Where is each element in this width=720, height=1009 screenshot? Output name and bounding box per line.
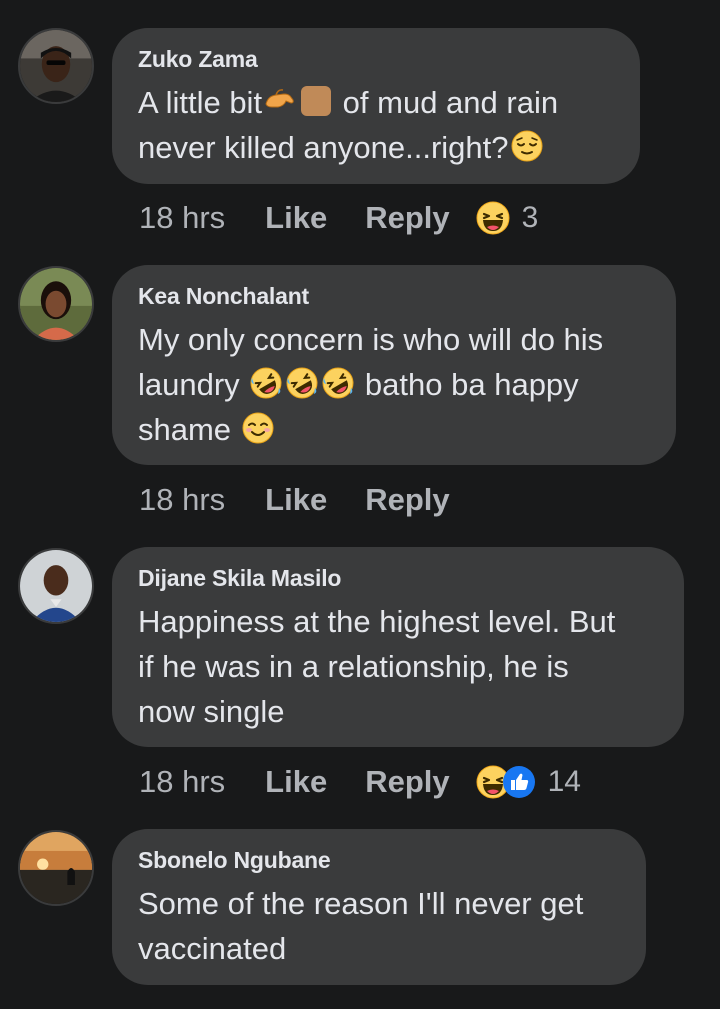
comment-bubble: Kea Nonchalant My only concern is who wi… [112,265,676,465]
comment-actions: 18 hrs Like Reply [139,478,488,522]
haha-reaction-icon [476,201,510,235]
avatar[interactable] [18,830,94,906]
comment-text: A little bit of mud and rain never kille… [138,80,614,170]
avatar[interactable] [18,28,94,104]
reaction-summary[interactable]: 14 [476,765,581,799]
comment-bubble: Sbonelo Ngubane Some of the reason I'll … [112,829,646,985]
reaction-count: 14 [547,765,581,798]
rolling-laughing-icon [285,366,319,400]
comment-text-part: A little bit [138,85,263,120]
comment-text-part: never killed anyone [138,130,406,165]
comment-text-part: ...right? [405,130,509,165]
comment-text-part: if he was in a relationship, he is [138,649,569,684]
comment-text: Some of the reason I'll never get vaccin… [138,881,620,971]
pinching-hand-icon [263,84,297,118]
rolling-laughing-icon [321,366,355,400]
comment-text-part: vaccinated [138,931,287,966]
rolling-laughing-icon [249,366,283,400]
like-button[interactable]: Like [265,200,327,236]
reply-button[interactable]: Reply [365,764,449,800]
comment-text-part: shame [138,412,232,447]
comment-author[interactable]: Dijane Skila Masilo [138,563,658,593]
comment-bubble: Dijane Skila Masilo Happiness at the hig… [112,547,684,747]
comment-text-part: laundry [138,367,240,402]
comment-text: Happiness at the highest level. But if h… [138,599,658,734]
timestamp[interactable]: 18 hrs [139,200,225,236]
comment-author[interactable]: Kea Nonchalant [138,281,650,311]
brown-square-icon [299,84,333,118]
comment-actions: 18 hrs Like Reply 14 [139,760,581,804]
like-reaction-icon [502,765,536,799]
reply-button[interactable]: Reply [365,200,449,236]
reply-button[interactable]: Reply [365,482,449,518]
comment-text-part: Happiness at the highest level. But [138,604,616,639]
comment-text-part: batho ba happy [356,367,579,402]
comment-text-part: now single [138,694,285,729]
avatar[interactable] [18,548,94,624]
comment-bubble: Zuko Zama A little bit of mud and rain n… [112,28,640,184]
comment-text-part: of mud and rain [334,85,559,120]
comment-text-part: My only concern is who will do his [138,322,604,357]
comment-text-part: Some of the reason I'll never get [138,886,584,921]
smiling-face-icon [241,411,275,445]
relieved-face-icon [510,129,544,163]
comment-author[interactable]: Zuko Zama [138,44,614,74]
timestamp[interactable]: 18 hrs [139,482,225,518]
comment-text: My only concern is who will do his laund… [138,317,650,452]
like-button[interactable]: Like [265,482,327,518]
reaction-count: 3 [521,201,539,234]
avatar[interactable] [18,266,94,342]
like-button[interactable]: Like [265,764,327,800]
reaction-summary[interactable]: 3 [476,201,539,235]
comment-actions: 18 hrs Like Reply 3 [139,196,538,240]
comment-author[interactable]: Sbonelo Ngubane [138,845,620,875]
timestamp[interactable]: 18 hrs [139,764,225,800]
